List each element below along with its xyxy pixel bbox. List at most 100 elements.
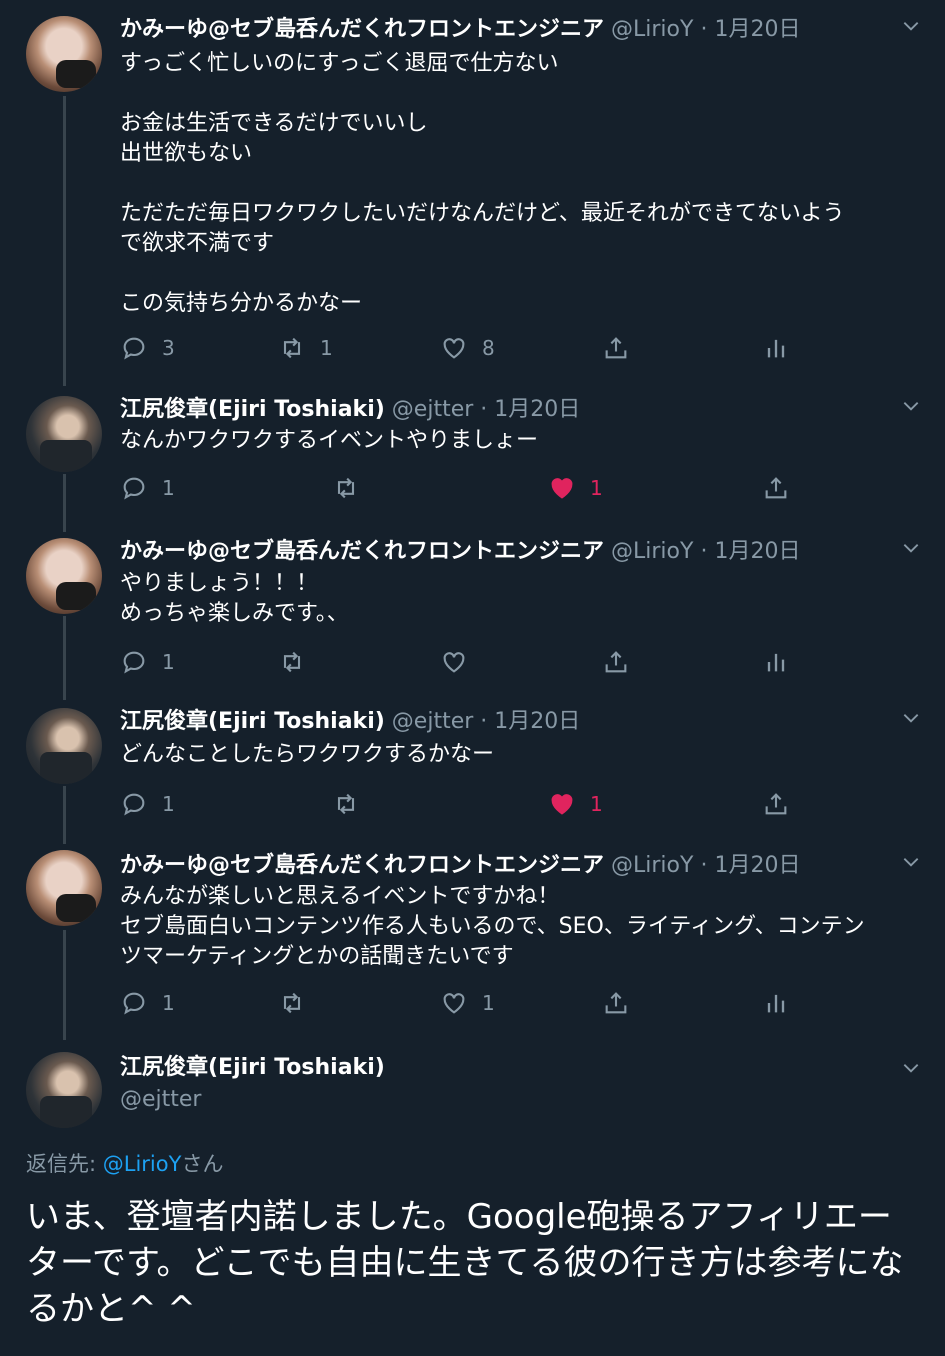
timestamp[interactable]: 1月20日 [714, 17, 800, 42]
retweet-count: 1 [320, 336, 333, 360]
chevron-down-icon[interactable] [901, 1058, 921, 1078]
analytics-icon [767, 994, 785, 1013]
retweet-button[interactable] [278, 646, 306, 678]
share-button[interactable] [762, 472, 790, 504]
like-button[interactable]: 8 [440, 332, 495, 364]
reply-button[interactable]: 1 [120, 472, 175, 504]
separator: · [700, 539, 708, 564]
share-icon [605, 651, 627, 673]
timestamp[interactable]: 1月20日 [714, 853, 800, 878]
tweet-header: かみーゆ@セブ島呑んだくれフロントエンジニア @LirioY · 1月20日 [120, 14, 800, 46]
reply-icon [123, 477, 145, 500]
chevron-down-icon[interactable] [901, 852, 921, 872]
tweet-actions: 1 1 [120, 788, 820, 820]
reply-button[interactable]: 1 [120, 788, 175, 820]
retweet-button[interactable] [332, 788, 360, 820]
retweet-button[interactable] [332, 472, 360, 504]
tweet-header: かみーゆ@セブ島呑んだくれフロントエンジニア @LirioY · 1月20日 [120, 850, 800, 882]
like-button[interactable]: 1 [440, 987, 495, 1019]
display-name[interactable]: 江尻俊章(Ejiri Toshiaki) [120, 397, 385, 422]
like-count: 8 [482, 336, 495, 360]
separator: · [700, 853, 708, 878]
reply-button[interactable]: 1 [120, 987, 175, 1019]
like-icon [443, 993, 465, 1014]
share-icon [765, 793, 787, 815]
tweet-text: みんなが楽しいと思えるイベントですかね！ セブ島面白いコンテンツ作る人もいるので… [120, 884, 865, 969]
tweet[interactable]: かみーゆ@セブ島呑んだくれフロントエンジニア @LirioY · 1月20日 や… [0, 522, 945, 702]
reply-count: 1 [162, 650, 175, 674]
display-name[interactable]: かみーゆ@セブ島呑んだくれフロントエンジニア [120, 17, 604, 42]
reply-count: 1 [162, 792, 175, 816]
share-icon [605, 337, 627, 359]
retweet-button[interactable]: 1 [278, 332, 333, 364]
reply-button[interactable]: 3 [120, 332, 175, 364]
display-name[interactable]: 江尻俊章(Ejiri Toshiaki) [120, 709, 385, 734]
retweet-button[interactable] [278, 987, 306, 1019]
analytics-button[interactable] [762, 332, 790, 364]
like-button[interactable]: 1 [548, 788, 603, 820]
chevron-down-icon[interactable] [901, 396, 921, 416]
tweet[interactable]: 江尻俊章(Ejiri Toshiaki) @ejtter · 1月20日 なんか… [0, 380, 945, 520]
timestamp[interactable]: 1月20日 [714, 539, 800, 564]
analytics-button[interactable] [762, 646, 790, 678]
share-button[interactable] [602, 332, 630, 364]
reply-count: 3 [162, 336, 175, 360]
separator: · [480, 397, 488, 422]
reply-count: 1 [162, 476, 175, 500]
tweet-text: すっごく忙しいのにすっごく退屈で仕方ない お金は生活できるだけでいいし 出世欲も… [120, 51, 845, 316]
tweet-text: なんかワクワクするイベントやりましょー [120, 428, 539, 453]
avatar[interactable] [26, 16, 102, 92]
avatar[interactable] [26, 538, 102, 614]
share-button[interactable] [602, 987, 630, 1019]
tweet-actions: 1 1 [120, 987, 820, 1019]
tweet-actions: 1 [120, 646, 820, 678]
share-button[interactable] [602, 646, 630, 678]
tweet-text: いま、登壇者内諾しました。Google砲操るアフィリエーターです。どこでも自由に… [26, 1197, 904, 1329]
handle[interactable]: @LirioY [611, 539, 693, 564]
reply-icon [123, 337, 145, 360]
tweet-text: どんなことしたらワクワクするかなー [120, 742, 495, 767]
analytics-button[interactable] [762, 987, 790, 1019]
like-button[interactable] [440, 646, 468, 678]
avatar[interactable] [26, 396, 102, 472]
separator: · [700, 17, 708, 42]
display-name[interactable]: かみーゆ@セブ島呑んだくれフロントエンジニア [120, 539, 604, 564]
reply-icon [123, 793, 145, 816]
like-button[interactable]: 1 [548, 472, 603, 504]
avatar[interactable] [26, 1052, 102, 1128]
handle[interactable]: @LirioY [611, 853, 693, 878]
share-button[interactable] [762, 788, 790, 820]
handle[interactable]: @LirioY [611, 17, 693, 42]
like-icon [443, 338, 465, 359]
tweet[interactable]: かみーゆ@セブ島呑んだくれフロントエンジニア @LirioY · 1月20日 み… [0, 836, 945, 1040]
chevron-down-icon[interactable] [901, 16, 921, 36]
retweet-icon [283, 337, 301, 359]
display-name[interactable]: かみーゆ@セブ島呑んだくれフロントエンジニア [120, 853, 604, 878]
tweet[interactable]: 江尻俊章(Ejiri Toshiaki) @ejtter · 1月20日 どんな… [0, 692, 945, 842]
avatar[interactable] [26, 850, 102, 926]
handle[interactable]: @ejtter [392, 709, 473, 734]
reply-icon [123, 651, 145, 674]
like-icon [443, 652, 465, 673]
like-count: 1 [482, 991, 495, 1015]
retweet-icon [283, 992, 301, 1014]
timestamp[interactable]: 1月20日 [494, 709, 580, 734]
share-icon [605, 992, 627, 1014]
like-icon [551, 794, 573, 815]
handle[interactable]: @ejtter [392, 397, 473, 422]
tweet[interactable]: かみーゆ@セブ島呑んだくれフロントエンジニア @LirioY · 1月20日 す… [0, 0, 945, 390]
timestamp[interactable]: 1月20日 [494, 397, 580, 422]
chevron-down-icon[interactable] [901, 538, 921, 558]
tweet-actions: 3 1 8 [120, 332, 820, 364]
handle[interactable]: @ejtter [120, 1084, 385, 1116]
display-name[interactable]: 江尻俊章(Ejiri Toshiaki) [120, 1052, 385, 1084]
replying-suffix: さん [181, 1152, 224, 1176]
avatar[interactable] [26, 708, 102, 784]
focused-tweet: 江尻俊章(Ejiri Toshiaki) @ejtter 返信先: @Lirio… [0, 1040, 945, 1356]
share-icon [765, 477, 787, 499]
reply-button[interactable]: 1 [120, 646, 175, 678]
separator: · [480, 709, 488, 734]
tweet-actions: 1 1 [120, 472, 820, 504]
chevron-down-icon[interactable] [901, 708, 921, 728]
mention-link[interactable]: @LirioY [103, 1152, 182, 1176]
